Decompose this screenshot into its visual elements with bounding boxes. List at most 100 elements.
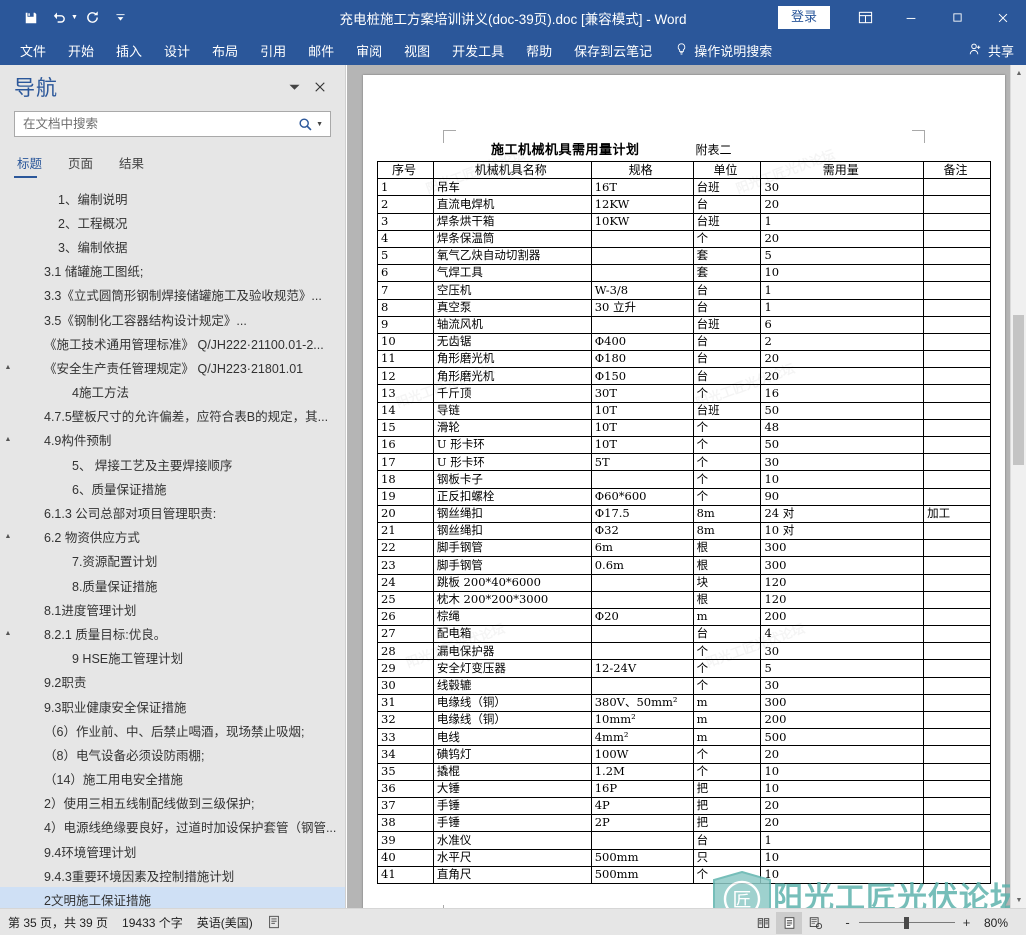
ribbon-tab-save-to-cloud-notes[interactable]: 保存到云笔记 [563,35,663,65]
page-indicator[interactable]: 第 35 页，共 39 页 [8,914,108,931]
ribbon-tab-home[interactable]: 开始 [57,35,105,65]
document-vertical-scrollbar[interactable]: ▲ ▼ [1010,65,1026,908]
heading-item[interactable]: （14）施工用电安全措施 [0,767,345,791]
heading-item[interactable]: ▲ 4.9构件预制 [0,428,345,452]
scrollbar-thumb[interactable] [1013,315,1024,465]
zoom-level-label[interactable]: 80% [984,916,1018,930]
zoom-slider[interactable] [859,916,955,929]
cell-qty: 300 [760,693,925,713]
cell-no: 7 [377,281,434,300]
scroll-up-icon[interactable]: ▲ [1011,65,1026,81]
zoom-slider-handle[interactable] [904,916,909,929]
heading-item[interactable]: 《施工技术通用管理标准》 Q/JH222·21100.01-2... [0,331,345,355]
ribbon-tab-mailings[interactable]: 邮件 [297,35,345,65]
heading-item[interactable]: 2）使用三相五线制配线做到三级保护; [0,791,345,815]
expand-collapse-icon[interactable]: ▲ [0,364,16,371]
ribbon-tab-references[interactable]: 引用 [249,35,297,65]
heading-item[interactable]: 9.3职业健康安全保证措施 [0,694,345,718]
table-row: 28 漏电保护器 个 30 [377,642,991,661]
cell-spec: Φ60*600 [590,487,694,506]
search-icon[interactable] [298,117,316,132]
heading-item[interactable]: 3、编制依据 [0,234,345,258]
heading-item[interactable]: ▲ 8.2.1 质量目标:优良。 [0,621,345,645]
heading-item[interactable]: 8.1进度管理计划 [0,597,345,621]
undo-icon[interactable] [46,5,72,31]
heading-item[interactable]: 5、 焊接工艺及主要焊接顺序 [0,452,345,476]
ribbon-tab-view[interactable]: 视图 [393,35,441,65]
heading-item[interactable]: （8）电气设备必须设防雨棚; [0,742,345,766]
scroll-down-icon[interactable]: ▼ [1011,892,1026,908]
heading-item[interactable]: 3.5《钢制化工容器结构设计规定》... [0,307,345,331]
status-bar: 第 35 页，共 39 页 19433 个字 英语(美国) - + 80% [0,908,1026,935]
heading-item[interactable]: 9.4环境管理计划 [0,839,345,863]
ribbon-tab-design[interactable]: 设计 [153,35,201,65]
search-options-chevron-icon[interactable]: ▼ [316,121,330,128]
cell-spec: 4P [590,796,694,816]
ribbon-tab-layout[interactable]: 布局 [201,35,249,65]
proofing-errors-icon[interactable] [267,915,281,929]
col-header-name: 机械机具名称 [432,160,592,180]
ribbon-tab-developer[interactable]: 开发工具 [441,35,515,65]
ribbon-tab-insert[interactable]: 插入 [105,35,153,65]
heading-item[interactable]: 3.1 储罐施工图纸; [0,259,345,283]
expand-collapse-icon[interactable]: ▲ [0,630,16,637]
heading-item[interactable]: 6.1.3 公司总部对项目管理职责: [0,500,345,524]
headings-list: 1、编制说明 2、工程概况 3、编制依据 3.1 储罐施工图纸; 3.3《立式圆筒形钢制… [0,186,345,926]
heading-item[interactable]: 4施工方法 [0,380,345,404]
expand-collapse-icon[interactable]: ▲ [0,436,16,443]
cell-spec [590,264,694,283]
cell-spec [590,573,694,592]
customize-qat-icon[interactable] [108,5,134,31]
tab-pages[interactable]: 页面 [65,150,102,178]
redo-icon[interactable] [80,5,106,31]
print-layout-icon[interactable] [776,911,802,934]
word-count[interactable]: 19433 个字 [122,914,183,931]
ribbon-display-options-icon[interactable] [842,0,888,35]
cell-no: 32 [377,710,434,730]
save-icon[interactable] [18,5,44,31]
undo-dropdown-icon[interactable]: ▼ [71,14,78,21]
zoom-out-button[interactable]: - [840,915,855,930]
read-mode-icon[interactable] [750,912,776,934]
heading-item[interactable]: 2、工程概况 [0,210,345,234]
expand-collapse-icon[interactable]: ▲ [0,533,16,540]
heading-item[interactable]: ▲ 6.2 物资供应方式 [0,525,345,549]
heading-item[interactable]: 9.4.3重要环境因素及控制措施计划 [0,863,345,887]
sign-in-button[interactable]: 登录 [777,6,830,29]
tab-headings[interactable]: 标题 [14,150,51,178]
heading-item[interactable]: 1、编制说明 [0,186,345,210]
close-navigation-icon[interactable] [307,74,333,100]
tab-results[interactable]: 结果 [116,150,153,178]
tell-me-search[interactable]: 操作说明搜索 [667,41,780,60]
close-icon[interactable] [980,0,1026,35]
heading-item[interactable]: 7.资源配置计划 [0,549,345,573]
ribbon-tab-file[interactable]: 文件 [9,35,57,65]
chevron-down-icon[interactable] [281,74,307,100]
search-box[interactable]: ▼ [14,111,331,137]
heading-item[interactable]: ▲ 《安全生产责任管理规定》 Q/JH223·21801.01 [0,355,345,379]
heading-item[interactable]: 9.2职责 [0,670,345,694]
search-input[interactable] [15,117,299,131]
language-indicator[interactable]: 英语(美国) [197,914,253,931]
cell-spec: Φ400 [590,332,694,352]
heading-item[interactable]: 8.质量保证措施 [0,573,345,597]
cell-no: 22 [377,539,434,558]
cell-spec: 100W [590,745,694,764]
maximize-icon[interactable] [934,0,980,35]
cell-name: 直流电焊机 [432,195,592,214]
status-bar-right: - + 80% [750,909,1018,935]
ribbon-tab-review[interactable]: 审阅 [345,35,393,65]
cell-name: 枕木 200*200*3000 [432,590,592,609]
heading-item[interactable]: （6）作业前、中、后禁止喝酒，现场禁止吸烟; [0,718,345,742]
ribbon-tab-help[interactable]: 帮助 [515,35,563,65]
heading-item[interactable]: 6、质量保证措施 [0,476,345,500]
zoom-in-button[interactable]: + [959,915,974,930]
heading-item[interactable]: 4.7.5壁板尺寸的允许偏差，应符合表B的规定，其... [0,404,345,428]
heading-item[interactable]: 4）电源线绝缘要良好，过道时加设保护套管（钢管... [0,815,345,839]
heading-item[interactable]: 3.3《立式圆筒形钢制焊接储罐施工及验收规范》... [0,283,345,307]
share-button[interactable]: 共享 [968,35,1014,65]
minimize-icon[interactable] [888,0,934,35]
zoom-control[interactable]: - + 80% [840,915,1018,930]
web-layout-icon[interactable] [802,912,828,934]
heading-item[interactable]: 9 HSE施工管理计划 [0,646,345,670]
